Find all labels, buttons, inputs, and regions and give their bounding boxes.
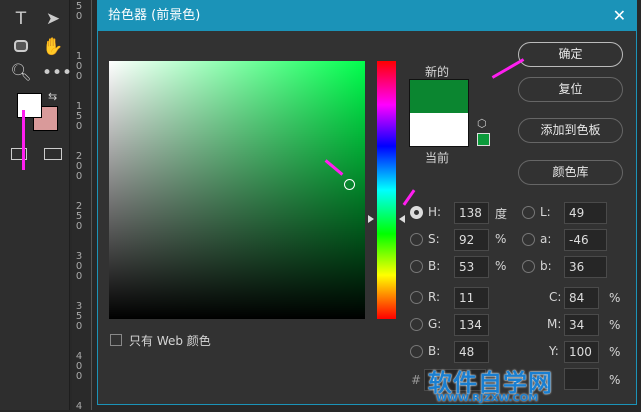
cyan-input[interactable]: 84 [564, 287, 599, 309]
dialog-title: 拾色器 (前景色) [108, 8, 201, 23]
red-input[interactable]: 11 [454, 287, 489, 309]
saturation-brightness-field[interactable] [109, 61, 365, 319]
swap-colors-icon[interactable]: ⇆ [48, 90, 57, 103]
screen-mode-icon[interactable] [44, 148, 62, 160]
brightness-input[interactable]: 53 [454, 256, 489, 278]
ruler-label: 4 0 0 [75, 351, 83, 382]
ruler-label: 3 5 0 [75, 301, 83, 332]
hue-slider-left-handle[interactable] [368, 215, 374, 223]
magenta-input[interactable]: 34 [564, 314, 599, 336]
hue-slider-right-handle[interactable] [399, 215, 405, 223]
color-picker-circle[interactable] [344, 179, 355, 190]
current-color-label: 当前 [425, 151, 450, 165]
ruler-label: 1 0 0 [75, 51, 83, 82]
hue-unit: 度 [495, 207, 508, 221]
hue-radio[interactable] [410, 206, 423, 219]
ruler-label: 2 5 0 [75, 201, 83, 232]
foreground-color-swatch[interactable] [17, 93, 42, 118]
reset-button[interactable]: 复位 [518, 77, 623, 102]
cube-icon[interactable]: ⬡ [477, 117, 487, 130]
blue-input[interactable]: 48 [454, 341, 489, 363]
tools-panel: T ➤ ✋ 🔍︎ ••• ⇆ [0, 0, 72, 410]
lab-b-radio[interactable] [522, 260, 535, 273]
magenta-label: M: [547, 317, 562, 331]
brightness-label: B: [428, 259, 441, 273]
hand-tool-icon[interactable]: ✋ [42, 36, 64, 58]
zoom-tool-icon[interactable]: 🔍︎ [10, 62, 32, 84]
annotation-arrow [491, 58, 525, 79]
ok-button[interactable]: 确定 [518, 42, 623, 67]
hue-slider[interactable] [377, 61, 396, 319]
brightness-unit: % [495, 259, 507, 273]
blue-radio[interactable] [410, 345, 423, 358]
new-color-label: 新的 [425, 65, 450, 79]
yellow-unit: % [609, 345, 621, 359]
lab-b-input[interactable]: 36 [564, 256, 607, 278]
green-radio[interactable] [410, 318, 423, 331]
annotation-arrow [22, 110, 25, 170]
rectangle-tool-icon[interactable] [10, 36, 32, 58]
saturation-label: S: [428, 232, 440, 246]
lab-l-label: L: [540, 205, 551, 219]
ruler-label: 3 0 0 [75, 251, 83, 282]
move-arrow-icon[interactable]: ➤ [42, 8, 64, 30]
lab-a-input[interactable]: -46 [564, 229, 607, 251]
black-input[interactable] [564, 368, 599, 390]
lab-l-radio[interactable] [522, 206, 535, 219]
websafe-color-swatch[interactable] [477, 133, 490, 146]
cyan-label: C: [549, 290, 562, 304]
hex-label: # [411, 373, 422, 387]
red-label: R: [428, 290, 441, 304]
yellow-label: Y: [549, 344, 559, 358]
ruler-label: 2 0 0 [75, 151, 83, 182]
lab-a-label: a: [540, 232, 552, 246]
green-input[interactable]: 134 [454, 314, 489, 336]
black-unit: % [609, 373, 621, 387]
web-only-label: 只有 Web 颜色 [129, 334, 211, 348]
brightness-radio[interactable] [410, 260, 423, 273]
new-color-swatch [409, 79, 469, 113]
color-picker-dialog: 拾色器 (前景色) ✕ 新的 当前 ⬡ 确定 复位 添加到色板 颜色库 只有 W… [97, 0, 637, 405]
ruler-label: 5 0 [75, 1, 83, 22]
close-icon[interactable]: ✕ [613, 1, 626, 31]
lab-a-radio[interactable] [522, 233, 535, 246]
saturation-input[interactable]: 92 [454, 229, 489, 251]
ruler-label: 4 [75, 401, 83, 412]
annotation-arrow [402, 189, 416, 206]
web-only-checkbox[interactable] [110, 334, 122, 346]
current-color-swatch[interactable] [409, 113, 469, 147]
magenta-unit: % [609, 318, 621, 332]
dialog-titlebar: 拾色器 (前景色) ✕ [98, 1, 636, 31]
type-tool-icon[interactable]: T [10, 8, 32, 30]
cyan-unit: % [609, 291, 621, 305]
red-radio[interactable] [410, 291, 423, 304]
lab-l-input[interactable]: 49 [564, 202, 607, 224]
ruler-label: 1 5 0 [75, 101, 83, 132]
yellow-input[interactable]: 100 [564, 341, 599, 363]
more-tools-icon[interactable]: ••• [42, 62, 72, 84]
vertical-ruler: 5 0 1 0 0 1 5 0 2 0 0 2 5 0 3 0 0 3 5 0 … [72, 0, 92, 412]
hue-input[interactable]: 138 [454, 202, 489, 224]
lab-b-label: b: [540, 259, 552, 273]
saturation-unit: % [495, 232, 507, 246]
saturation-radio[interactable] [410, 233, 423, 246]
hue-label: H: [428, 205, 442, 219]
add-to-swatches-button[interactable]: 添加到色板 [518, 118, 623, 143]
green-label: G: [428, 317, 442, 331]
color-libraries-button[interactable]: 颜色库 [518, 160, 623, 185]
blue-label: B: [428, 344, 441, 358]
watermark-url: WWW.RJZXW.COM [436, 393, 539, 404]
